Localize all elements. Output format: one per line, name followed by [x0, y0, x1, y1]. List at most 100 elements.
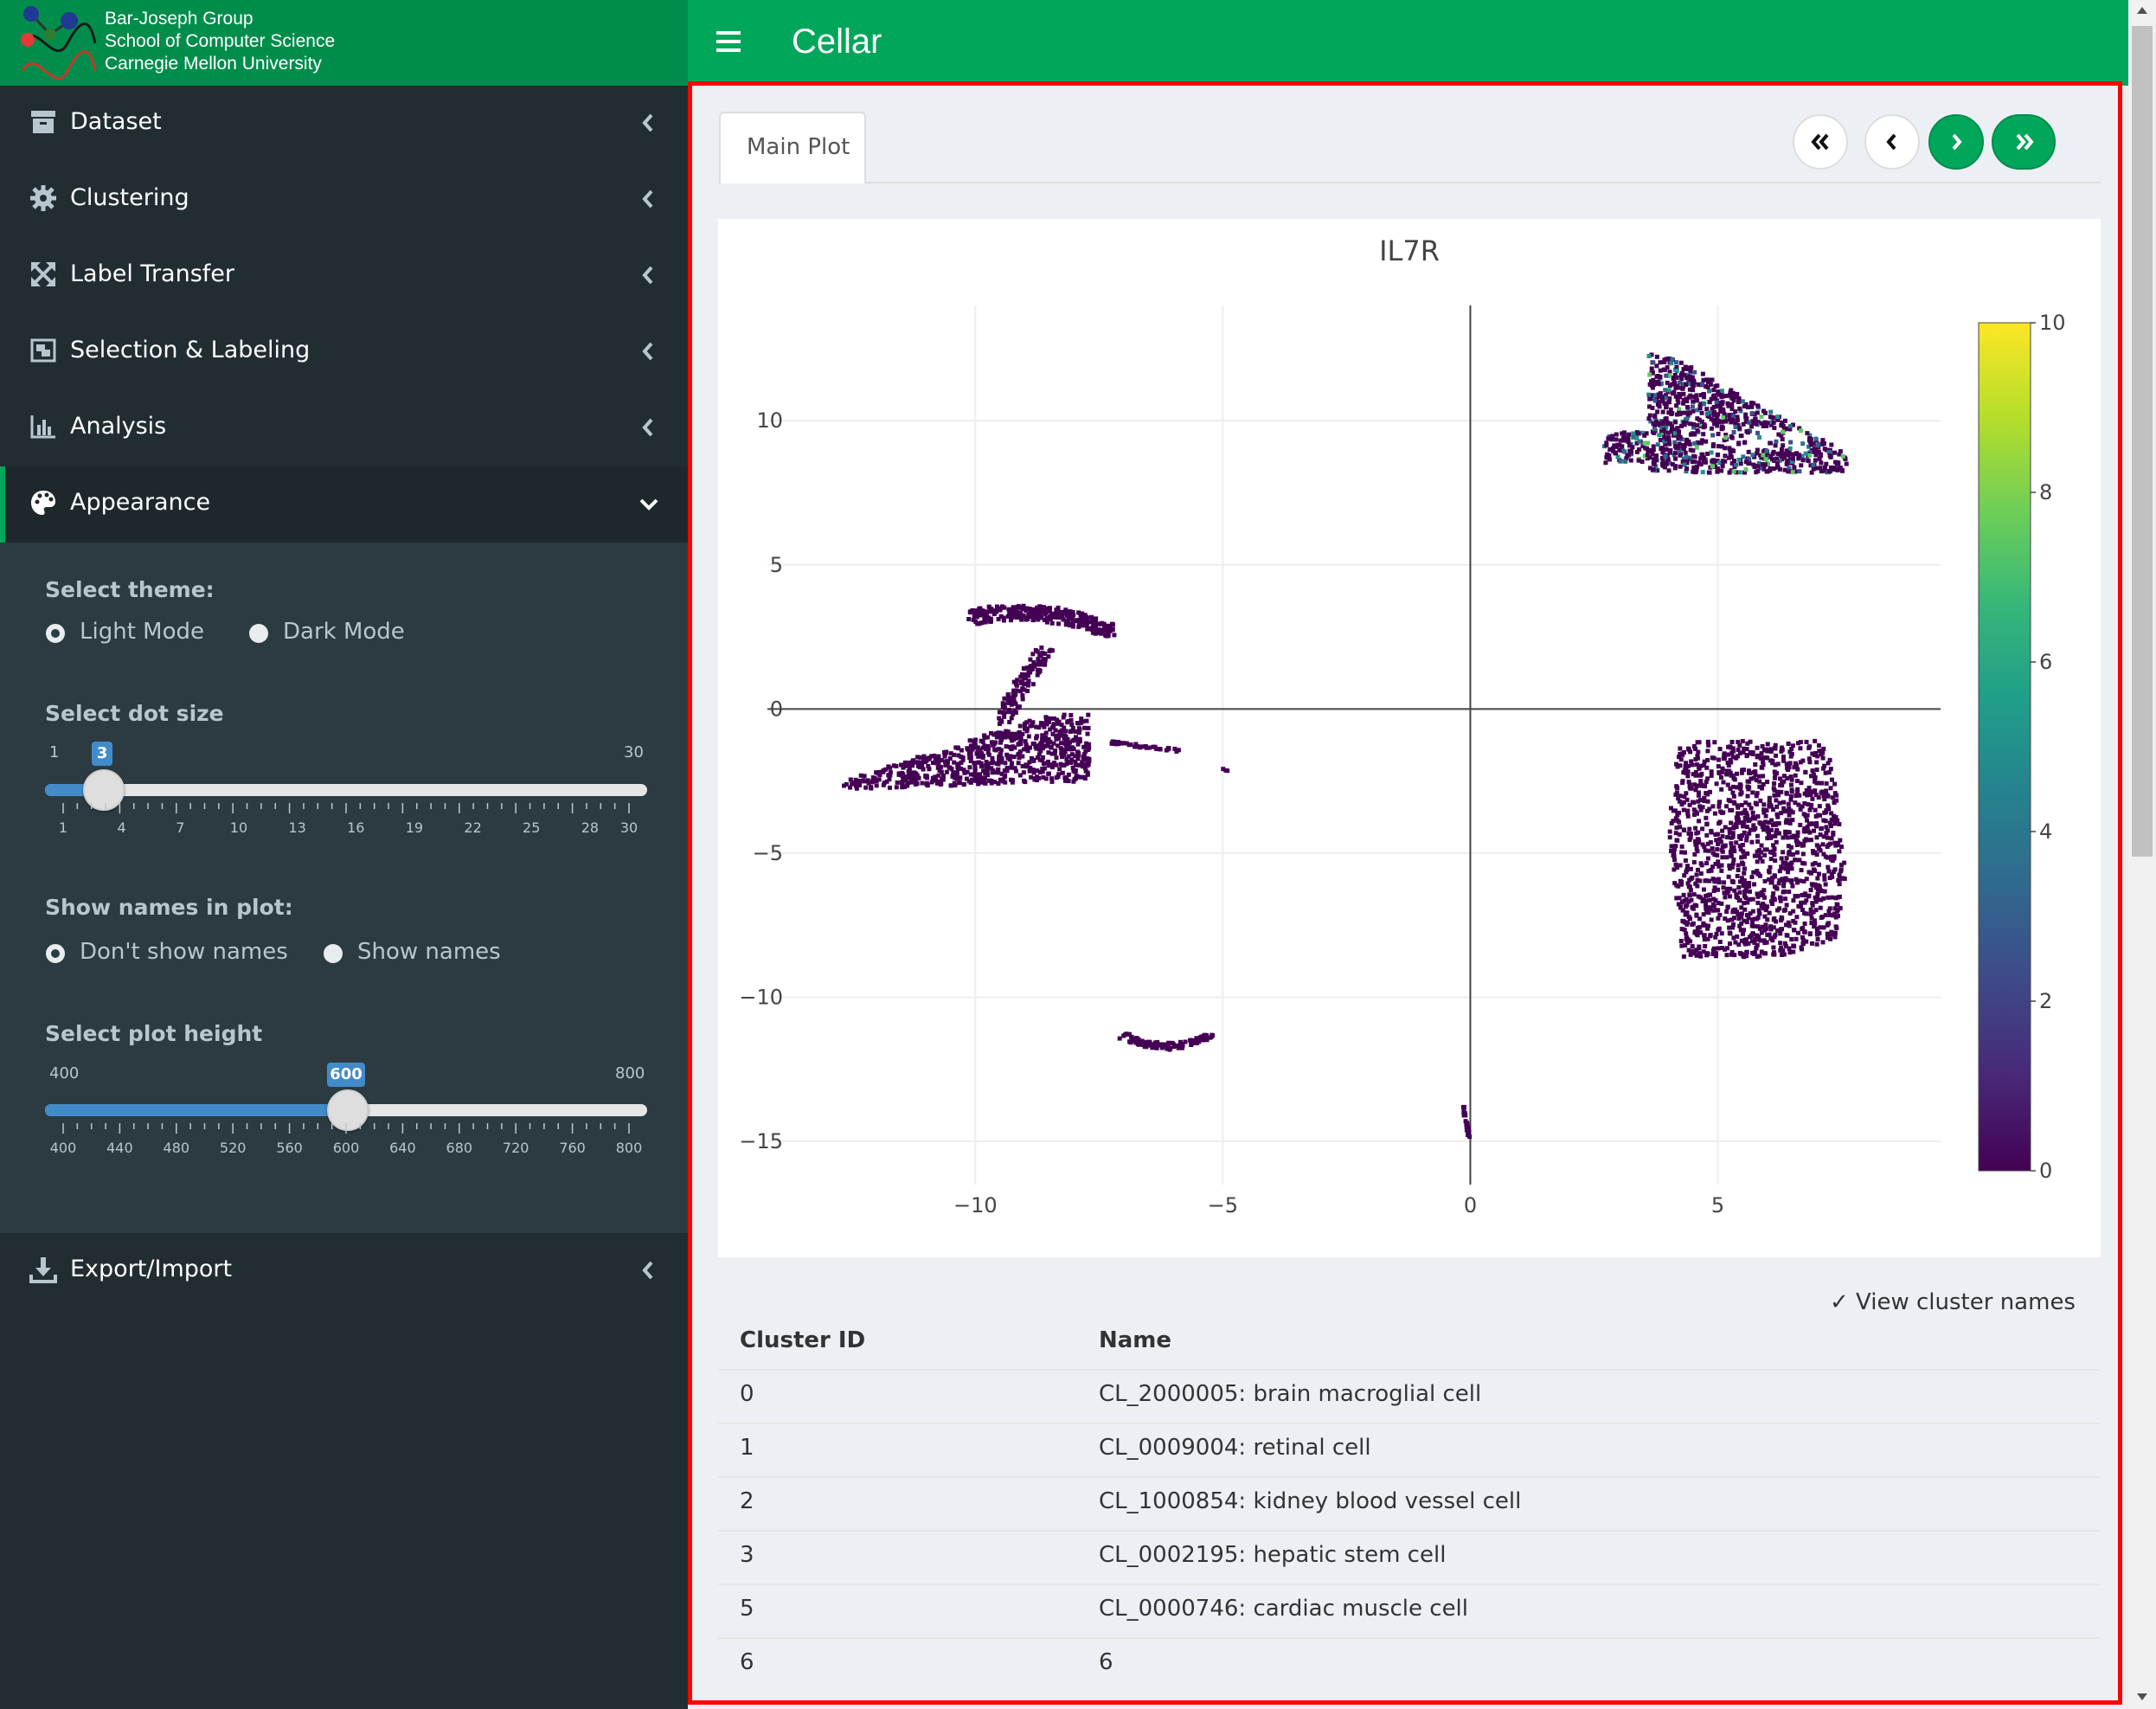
- data-point: [1745, 741, 1750, 746]
- sidebar-item-label-transfer[interactable]: Label Transfer: [0, 238, 688, 314]
- dark-mode-label[interactable]: Dark Mode: [283, 619, 405, 645]
- data-point: [1687, 892, 1692, 897]
- data-point: [1749, 920, 1755, 925]
- data-point: [1053, 733, 1058, 738]
- data-point: [998, 614, 1004, 619]
- data-point: [949, 767, 954, 772]
- data-point: [1019, 606, 1024, 611]
- dot-size-track[interactable]: [45, 784, 647, 796]
- data-point: [1646, 392, 1652, 397]
- scroll-thumb[interactable]: [2132, 26, 2153, 857]
- data-point: [1748, 770, 1753, 775]
- data-point: [1085, 731, 1090, 736]
- data-point: [1001, 618, 1006, 623]
- data-point: [1085, 615, 1090, 620]
- data-point: [1652, 461, 1657, 466]
- show-names-radio[interactable]: [324, 944, 343, 963]
- data-point: [1652, 414, 1658, 419]
- data-point: [1757, 911, 1762, 916]
- data-point: [1667, 829, 1672, 834]
- dark-mode-radio[interactable]: [249, 624, 268, 643]
- data-point: [991, 608, 997, 614]
- scatter-plot[interactable]: −10 −5 0 5 10 5 0 −5 −10 −15 IL7R 0 2 4 6 8 10: [718, 219, 2101, 1257]
- data-point: [1683, 942, 1688, 948]
- tab-main-plot[interactable]: Main Plot: [719, 112, 866, 183]
- view-cluster-names-toggle[interactable]: ✓ View cluster names: [1830, 1289, 2076, 1315]
- data-point: [1799, 781, 1804, 786]
- data-point: [1820, 842, 1826, 847]
- sidebar-item-appearance[interactable]: Appearance: [0, 466, 688, 543]
- first-button[interactable]: [1793, 114, 1848, 170]
- dot-size-tick-labels: 1 4 7 10 13 16 19 22 25 28 30: [0, 819, 692, 838]
- data-point: [1755, 410, 1760, 415]
- data-point: [926, 763, 931, 768]
- data-point: [1701, 432, 1706, 437]
- dont-show-names-radio[interactable]: [46, 944, 65, 963]
- dont-show-names-label[interactable]: Don't show names: [80, 939, 288, 965]
- data-point: [1657, 404, 1662, 409]
- sidebar-item-clustering[interactable]: Clustering: [0, 162, 688, 238]
- app-title: Cellar: [792, 22, 882, 61]
- data-point: [1768, 409, 1774, 414]
- last-button[interactable]: [1992, 114, 2056, 170]
- data-point: [1789, 751, 1794, 756]
- previous-button[interactable]: [1864, 114, 1920, 170]
- data-point: [1793, 877, 1799, 882]
- x-tick-label: 0: [1464, 1193, 1477, 1218]
- data-point: [1104, 633, 1109, 639]
- data-point: [914, 773, 920, 778]
- data-point: [1029, 774, 1034, 780]
- sidebar-item-export-import[interactable]: Export/Import: [0, 1233, 688, 1309]
- data-point: [1188, 1038, 1193, 1043]
- show-names-text[interactable]: Show names: [357, 939, 501, 965]
- scroll-up-icon[interactable]: [2135, 5, 2149, 16]
- data-point: [1667, 396, 1672, 402]
- data-point: [1704, 822, 1710, 827]
- data-point: [1802, 829, 1807, 834]
- data-point: [1056, 772, 1062, 777]
- sidebar-item-analysis[interactable]: Analysis: [0, 390, 688, 466]
- data-point: [1697, 929, 1703, 935]
- hamburger-icon[interactable]: [716, 31, 741, 52]
- sidebar-item-label: Dataset: [70, 108, 162, 135]
- data-point: [1731, 448, 1736, 453]
- data-point: [1750, 827, 1755, 832]
- data-point: [1693, 746, 1698, 751]
- data-point: [1771, 917, 1776, 922]
- sidebar-item-selection-labeling[interactable]: Selection & Labeling: [0, 314, 688, 390]
- page-scrollbar[interactable]: [2128, 0, 2156, 1709]
- data-point: [1614, 432, 1619, 437]
- data-point: [1755, 894, 1761, 899]
- logo-banner[interactable]: Bar-Joseph Group School of Computer Scie…: [0, 0, 688, 86]
- data-point: [1709, 450, 1714, 455]
- sidebar-item-dataset[interactable]: Dataset: [0, 86, 688, 162]
- data-point: [1646, 447, 1651, 453]
- archive-icon: [31, 111, 55, 133]
- data-point: [958, 775, 963, 781]
- cluster-id-cell: 3: [740, 1542, 754, 1568]
- sidebar: Bar-Joseph Group School of Computer Scie…: [0, 0, 688, 1709]
- data-point: [931, 775, 936, 781]
- data-point: [1813, 882, 1818, 887]
- light-mode-label[interactable]: Light Mode: [80, 619, 204, 645]
- data-point: [1714, 951, 1719, 956]
- data-point: [983, 620, 988, 625]
- data-point: [1651, 377, 1656, 382]
- data-point: [1811, 821, 1816, 826]
- data-point: [900, 780, 905, 785]
- data-point: [1796, 453, 1801, 458]
- light-mode-radio[interactable]: [46, 624, 65, 643]
- next-button[interactable]: [1928, 114, 1984, 170]
- data-point: [1816, 871, 1821, 877]
- data-point: [1762, 420, 1768, 425]
- data-point: [905, 782, 910, 787]
- data-point: [1699, 410, 1704, 415]
- data-point: [1049, 765, 1055, 770]
- data-point: [989, 761, 994, 766]
- data-point: [1732, 459, 1737, 464]
- scroll-down-icon[interactable]: [2135, 1692, 2149, 1702]
- data-point: [1027, 718, 1032, 723]
- data-point: [1749, 874, 1755, 879]
- data-point: [1725, 904, 1730, 909]
- cluster-name-cell: CL_0002195: hepatic stem cell: [1099, 1542, 1447, 1568]
